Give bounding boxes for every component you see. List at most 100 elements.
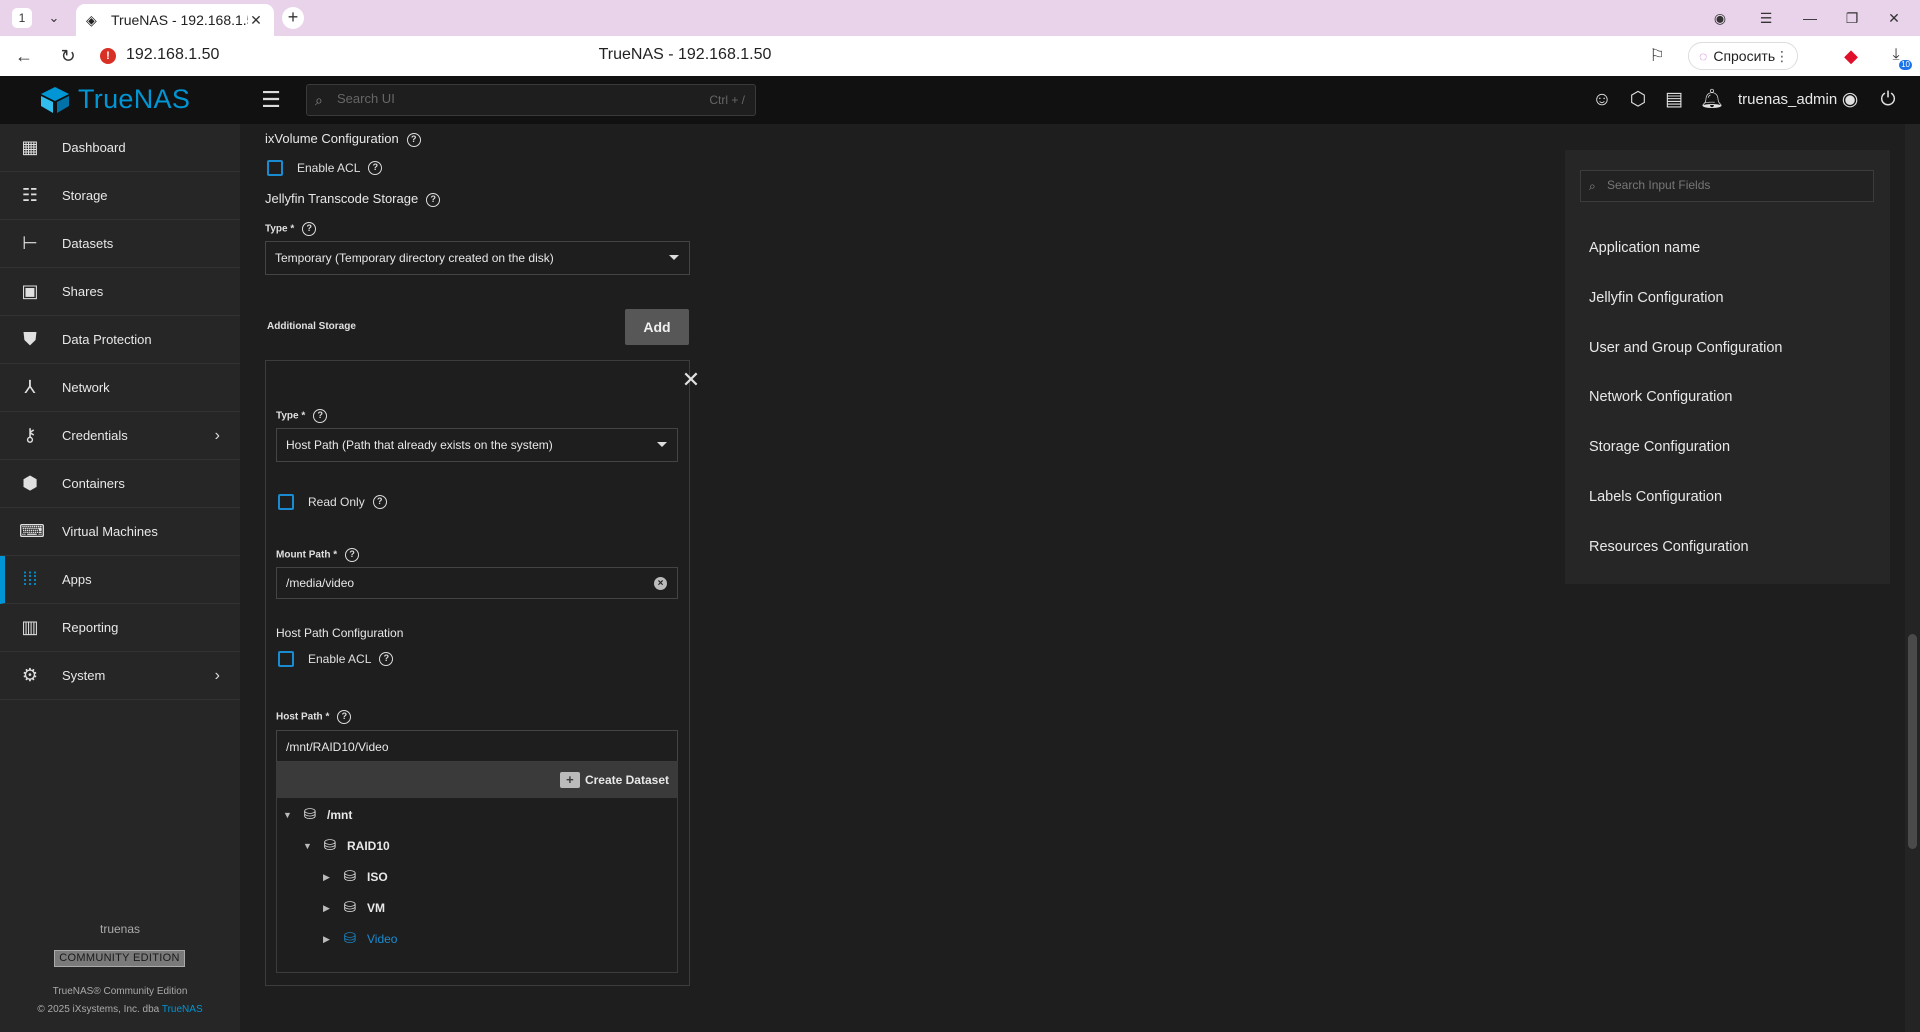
bookmark-icon[interactable]: ⚐ <box>1646 45 1668 67</box>
tab-counter[interactable]: 1 <box>12 8 32 28</box>
section-link-application-name[interactable]: Application name <box>1589 240 1700 256</box>
tab-search-icon[interactable]: ☰ <box>1752 7 1780 29</box>
sidebar-item-containers[interactable]: ⬢ Containers <box>0 460 240 508</box>
section-link-network-configuration[interactable]: Network Configuration <box>1589 389 1732 405</box>
host-path-enable-acl[interactable]: Enable ACL? <box>278 651 394 667</box>
tree-toggle-icon[interactable]: ▶ <box>323 934 333 945</box>
sidebar-item-data-protection[interactable]: ⛊ Data Protection <box>0 316 240 364</box>
new-tab-button[interactable]: + <box>282 7 304 29</box>
read-only-row[interactable]: Read Only? <box>278 494 387 510</box>
help-icon[interactable]: ? <box>406 132 421 147</box>
extension-icon[interactable]: ◆ <box>1840 45 1862 67</box>
add-storage-button[interactable]: Add <box>625 309 689 345</box>
truenas-favicon-icon: ◈ <box>86 12 97 28</box>
page-scrollbar[interactable] <box>1905 124 1920 1032</box>
close-window-icon[interactable]: ✕ <box>1880 7 1908 29</box>
close-tab-icon[interactable]: ✕ <box>248 12 264 29</box>
tree-node-mnt[interactable]: ▼ ⛁ /mnt <box>283 807 352 823</box>
host-path-input[interactable]: /mnt/RAID10/Video <box>276 730 678 762</box>
help-icon[interactable]: ? <box>302 222 317 236</box>
power-icon[interactable]: ⏻ <box>1876 88 1900 112</box>
help-icon[interactable]: ? <box>372 495 387 509</box>
profile-icon[interactable]: ◉ <box>1706 7 1734 29</box>
help-icon[interactable]: ? <box>345 548 360 562</box>
minimize-icon[interactable]: — <box>1796 7 1824 29</box>
storage-type-label-wrap: Type *? <box>276 409 328 423</box>
account-circle-icon[interactable]: ◉ <box>1838 88 1862 112</box>
dropdown-arrow-icon <box>657 442 667 447</box>
clear-icon[interactable]: × <box>654 577 667 590</box>
tree-node-label: VM <box>367 901 385 915</box>
help-icon[interactable]: ? <box>426 192 441 207</box>
tree-node-video[interactable]: ▶ ⛁ Video <box>323 931 397 947</box>
tree-node-label: /mnt <box>327 808 353 822</box>
sidebar-item-network[interactable]: ⅄ Network <box>0 364 240 412</box>
help-icon[interactable]: ? <box>313 409 328 423</box>
search-icon: ⌕ <box>315 92 323 108</box>
search-input-fields-box[interactable]: ⌕ <box>1580 170 1874 202</box>
tab-list-chevron-icon[interactable]: ⌄ <box>44 8 64 28</box>
section-link-jellyfin-configuration[interactable]: Jellyfin Configuration <box>1589 290 1724 306</box>
back-icon[interactable]: ← <box>12 45 36 67</box>
enable-acl-checkbox[interactable] <box>267 160 283 176</box>
sidebar-item-system[interactable]: ⚙ System › <box>0 652 240 700</box>
tree-toggle-icon[interactable]: ▶ <box>323 872 333 883</box>
sidebar-item-dashboard[interactable]: ▦ Dashboard <box>0 124 240 172</box>
not-secure-icon[interactable]: ! <box>100 48 116 64</box>
truecommand-icon[interactable]: ⬡ <box>1626 88 1650 112</box>
section-link-user-group-configuration[interactable]: User and Group Configuration <box>1589 340 1782 356</box>
restore-icon[interactable]: ❐ <box>1838 7 1866 29</box>
ixvolume-enable-acl[interactable]: Enable ACL? <box>267 160 383 176</box>
close-icon[interactable]: ✕ <box>679 368 703 392</box>
section-link-resources-configuration[interactable]: Resources Configuration <box>1589 539 1749 555</box>
sidebar-item-shares[interactable]: ▣ Shares <box>0 268 240 316</box>
create-dataset-button[interactable]: + Create Dataset <box>559 772 669 788</box>
feedback-icon[interactable]: ☺ <box>1590 88 1614 112</box>
enable-acl-checkbox[interactable] <box>278 651 294 667</box>
sidebar-item-apps[interactable]: ⁞⁞⁞ Apps <box>0 556 240 604</box>
search-ui-box[interactable]: ⌕ Ctrl + / <box>306 84 756 116</box>
truenas-link[interactable]: TrueNAS <box>162 1004 203 1015</box>
browser-tab-bar: 1 ⌄ ◈ TrueNAS - 192.168.1.50 ✕ + ◉ ☰ — ❐… <box>0 0 1920 36</box>
search-input-fields[interactable] <box>1607 178 1857 192</box>
help-icon[interactable]: ? <box>368 161 383 175</box>
ask-button[interactable]: ◌ Спросить ⋮ <box>1688 42 1798 70</box>
sidebar-item-storage[interactable]: ☷ Storage <box>0 172 240 220</box>
tree-toggle-icon[interactable]: ▶ <box>323 903 333 914</box>
tree-node-vm[interactable]: ▶ ⛁ VM <box>323 900 385 916</box>
menu-toggle-icon[interactable]: ☰ <box>258 88 284 112</box>
sidebar-item-datasets[interactable]: ⊢ Datasets <box>0 220 240 268</box>
dashboard-icon: ▦ <box>21 137 39 157</box>
dropdown-arrow-icon <box>669 255 679 260</box>
notifications-bell-icon[interactable]: 🔔︎ <box>1700 88 1724 112</box>
tree-toggle-icon[interactable]: ▼ <box>303 841 313 851</box>
storage-type-select[interactable]: Host Path (Path that already exists on t… <box>276 428 678 462</box>
transcode-type-select[interactable]: Temporary (Temporary directory created o… <box>265 241 690 275</box>
help-icon[interactable]: ? <box>379 652 394 666</box>
sidebar-item-reporting[interactable]: ▥ Reporting <box>0 604 240 652</box>
read-only-checkbox[interactable] <box>278 494 294 510</box>
url-text[interactable]: 192.168.1.50 <box>126 46 219 64</box>
mount-path-input[interactable]: /media/video × <box>276 567 678 599</box>
jobs-clipboard-icon[interactable]: ▤ <box>1662 88 1686 112</box>
tree-node-iso[interactable]: ▶ ⛁ ISO <box>323 869 388 885</box>
username[interactable]: truenas_admin <box>1738 91 1837 108</box>
section-link-labels-configuration[interactable]: Labels Configuration <box>1589 489 1722 505</box>
browser-tab-active[interactable]: ◈ TrueNAS - 192.168.1.50 ✕ <box>76 4 274 36</box>
sidebar-item-virtual-machines[interactable]: ⌨ Virtual Machines <box>0 508 240 556</box>
scrollbar-thumb[interactable] <box>1908 634 1917 849</box>
help-icon[interactable]: ? <box>337 710 352 724</box>
tree-toggle-icon[interactable]: ▼ <box>283 810 293 820</box>
sidebar-item-credentials[interactable]: ⚷ Credentials › <box>0 412 240 460</box>
sidebar-item-label: Containers <box>62 476 125 491</box>
dataset-icon: ⛁ <box>343 868 357 885</box>
reload-icon[interactable]: ↻ <box>56 45 80 67</box>
section-link-storage-configuration[interactable]: Storage Configuration <box>1589 439 1730 455</box>
more-vert-icon[interactable]: ⋮ <box>1775 48 1789 65</box>
search-ui-input[interactable] <box>337 91 637 106</box>
tree-node-raid10[interactable]: ▼ ⛁ RAID10 <box>303 838 390 854</box>
copyright-text: © 2025 iXsystems, Inc. dba <box>37 1004 160 1015</box>
download-icon[interactable]: ⤓ 10 <box>1884 44 1912 70</box>
copyright-line-1: TrueNAS® Community Edition <box>52 986 188 997</box>
truenas-logo[interactable]: TrueNAS <box>38 84 190 115</box>
